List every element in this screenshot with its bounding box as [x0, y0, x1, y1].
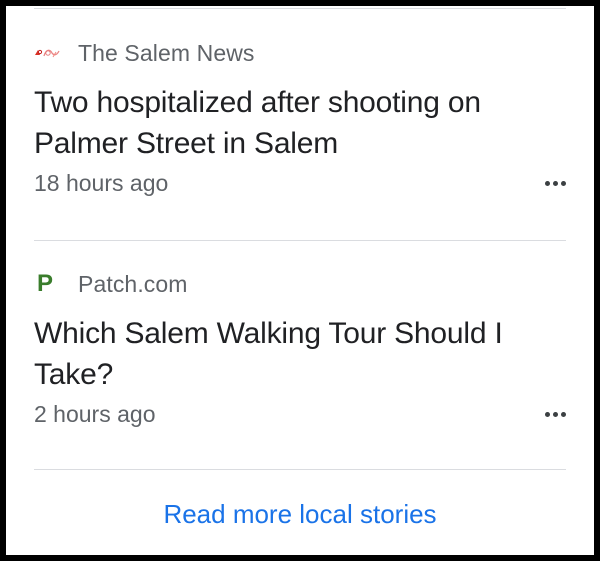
dot [561, 411, 566, 417]
dot [545, 180, 550, 186]
source-name: Patch.com [78, 270, 188, 297]
divider [34, 469, 566, 470]
meta-row: 2 hours ago [34, 397, 566, 431]
dot [545, 411, 550, 417]
more-options-icon[interactable] [526, 399, 566, 429]
local-news-card: The Salem News Two hospitalized after sh… [6, 6, 594, 555]
salem-news-logo-icon [34, 47, 78, 59]
story-card-2[interactable]: P Patch.com Which Salem Walking Tour Sho… [34, 269, 566, 431]
source-row: P Patch.com [34, 269, 566, 299]
dot [553, 180, 558, 186]
source-name: The Salem News [78, 39, 255, 66]
source-row: The Salem News [34, 38, 566, 68]
dot [561, 180, 566, 186]
headline[interactable]: Two hospitalized after shooting on Palme… [34, 82, 566, 164]
divider [34, 240, 566, 241]
timestamp: 18 hours ago [34, 169, 169, 196]
patch-logo-letter: P [37, 270, 54, 297]
read-more-local-stories-link[interactable]: Read more local stories [6, 499, 594, 530]
dot [553, 411, 558, 417]
headline[interactable]: Which Salem Walking Tour Should I Take? [34, 313, 566, 395]
divider [34, 8, 566, 9]
meta-row: 18 hours ago [34, 166, 566, 200]
timestamp: 2 hours ago [34, 400, 156, 427]
more-options-icon[interactable] [526, 168, 566, 198]
patch-logo-icon: P [34, 270, 78, 298]
story-card-1[interactable]: The Salem News Two hospitalized after sh… [34, 38, 566, 200]
